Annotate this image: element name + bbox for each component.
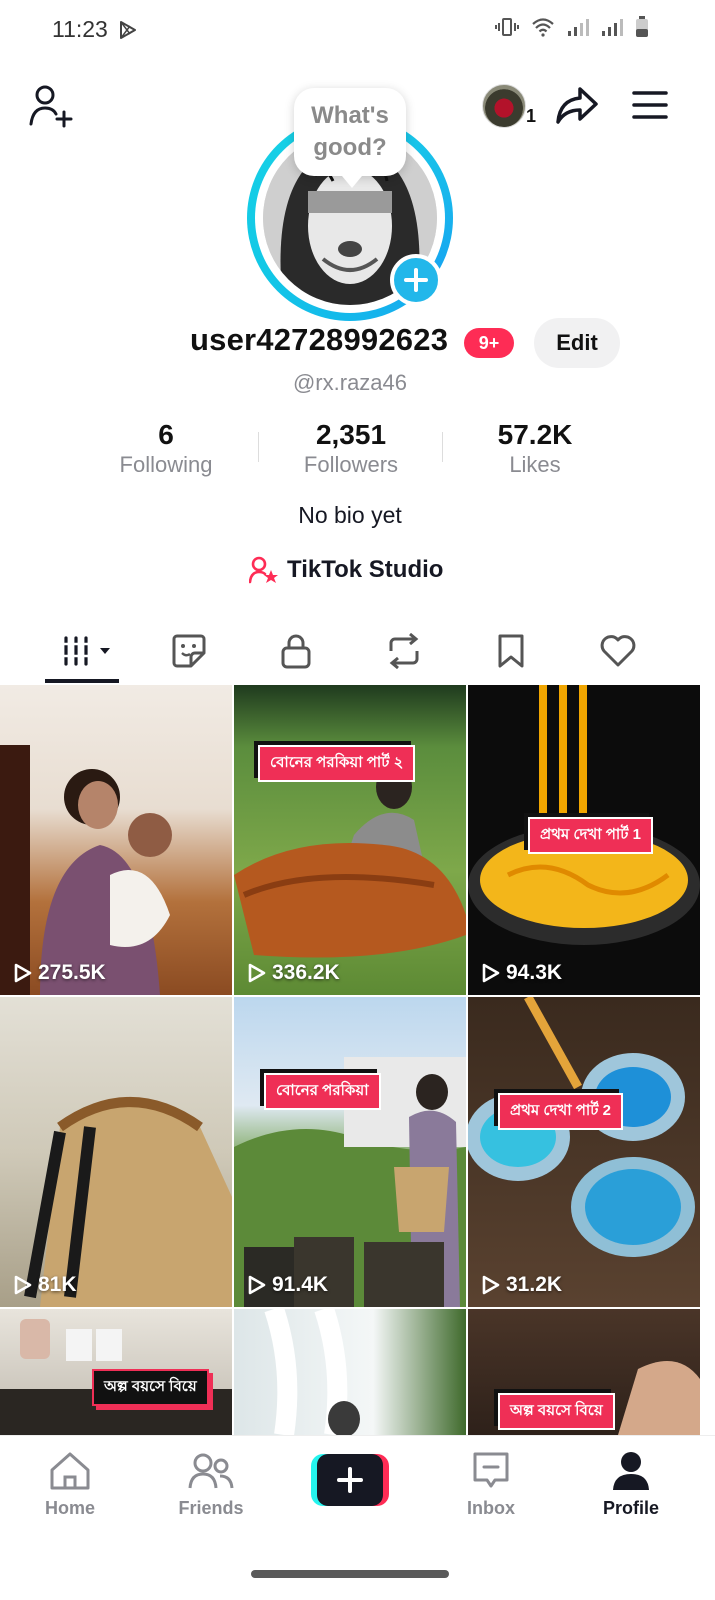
video-thumbnail <box>468 997 695 1257</box>
bookmark-icon <box>498 634 524 668</box>
video-caption: প্রথম দেখা পার্ট 1 <box>528 817 653 854</box>
play-icon <box>14 963 32 983</box>
video-thumbnail <box>234 1057 466 1307</box>
repost-icon <box>389 633 419 669</box>
nav-inbox[interactable]: Inbox <box>436 1446 546 1519</box>
nav-friends-label: Friends <box>178 1498 244 1518</box>
video-tile[interactable]: প্রথম দেখা পার্ট 2 31.2K <box>468 997 700 1307</box>
signal-icon <box>568 19 589 36</box>
lock-icon <box>281 634 311 669</box>
share-icon[interactable] <box>555 86 599 126</box>
status-icons <box>495 16 649 38</box>
view-count: 31.2K <box>482 1273 562 1297</box>
user-handle: @rx.raza46 <box>292 370 408 395</box>
play-store-icon <box>120 21 136 39</box>
nav-profile[interactable]: Profile <box>576 1446 686 1519</box>
battery-icon <box>636 16 648 37</box>
grid-icon <box>62 636 110 666</box>
add-friend-icon[interactable] <box>28 84 74 128</box>
nav-profile-label: Profile <box>602 1498 659 1518</box>
following-label: Following <box>119 452 213 477</box>
edit-profile-button[interactable]: Edit <box>534 318 620 368</box>
stat-followers[interactable]: 2,351 Followers <box>259 418 443 478</box>
tab-videos[interactable] <box>58 626 118 676</box>
heart-icon <box>600 635 636 667</box>
video-caption: অল্প বয়সে বিয়ে <box>92 1369 209 1406</box>
video-tile[interactable]: প্রথম দেখা পার্ট 1 94.3K <box>468 685 700 995</box>
status-bubble[interactable]: What's good? <box>294 88 406 188</box>
story-count: 1 <box>526 106 537 126</box>
plus-icon <box>337 1467 363 1493</box>
tab-private[interactable] <box>266 626 326 676</box>
video-caption: অল্প বয়সে বিয়ে <box>498 1393 615 1430</box>
play-icon <box>248 963 266 983</box>
video-caption: বোনের পরকিয়া <box>264 1073 381 1110</box>
tab-favorites[interactable] <box>481 626 541 676</box>
video-thumbnail <box>0 745 172 995</box>
stat-following[interactable]: 6 Following <box>74 418 258 478</box>
tab-stickers[interactable] <box>159 626 219 676</box>
studio-label: TikTok Studio <box>287 556 444 583</box>
play-icon <box>482 1275 500 1295</box>
studio-icon <box>249 556 278 584</box>
video-thumbnail <box>264 1309 360 1435</box>
view-count: 336.2K <box>248 961 340 985</box>
view-count: 275.5K <box>14 961 106 985</box>
tiktok-studio-link[interactable]: TikTok Studio <box>249 556 443 584</box>
sticker-icon <box>172 634 206 668</box>
tab-liked[interactable] <box>588 626 648 676</box>
video-tile[interactable]: 275.5K <box>0 685 232 995</box>
username: user42728992623 <box>190 322 449 357</box>
followers-count: 2,351 <box>315 419 387 450</box>
likes-count: 57.2K <box>497 419 573 450</box>
nav-home[interactable]: Home <box>15 1446 125 1519</box>
video-caption: বোনের পরকিয়া পার্ট ২ <box>258 745 416 782</box>
create-button[interactable] <box>311 1454 389 1506</box>
video-thumbnail <box>234 765 466 958</box>
active-tab-indicator <box>45 679 119 683</box>
play-icon <box>14 1275 32 1295</box>
video-tile[interactable]: 81K <box>0 997 232 1307</box>
video-tile[interactable]: বোনের পরকিয়া পার্ট ২ 336.2K <box>234 685 466 995</box>
video-tile[interactable]: অল্প বয়সে বিয়ে <box>0 1309 232 1435</box>
profile-tabs <box>0 620 715 684</box>
video-tile[interactable]: বোনের পরকিয়া 91.4K <box>234 997 466 1307</box>
tab-reposts[interactable] <box>374 626 434 676</box>
view-count: 81K <box>14 1273 77 1297</box>
stat-likes[interactable]: 57.2K Likes <box>443 418 627 478</box>
inbox-icon <box>473 1452 509 1488</box>
wifi-icon <box>532 18 554 37</box>
likes-label: Likes <box>509 452 561 477</box>
menu-icon[interactable] <box>632 90 668 120</box>
video-thumbnail <box>24 1097 232 1307</box>
nav-home-label: Home <box>44 1498 95 1518</box>
profile-icon <box>613 1452 649 1490</box>
status-bar: 11:23 <box>0 0 715 60</box>
nav-inbox-label: Inbox <box>467 1498 515 1518</box>
add-story-button[interactable] <box>390 254 442 306</box>
followers-label: Followers <box>303 452 399 477</box>
plus-icon <box>404 268 428 292</box>
story-avatar[interactable] <box>482 84 526 128</box>
profile-stats: 6 Following 2,351 Followers 57.2K Likes <box>0 418 700 482</box>
play-icon <box>248 1275 266 1295</box>
friends-icon <box>188 1453 234 1489</box>
video-tile[interactable] <box>234 1309 466 1435</box>
home-icon <box>50 1452 90 1490</box>
notification-badge[interactable]: 9+ <box>464 328 514 358</box>
view-count: 91.4K <box>248 1273 328 1297</box>
view-count: 94.3K <box>482 961 562 985</box>
video-tile[interactable]: অল্প বয়সে বিয়ে <box>468 1309 700 1435</box>
video-caption: প্রথম দেখা পার্ট 2 <box>498 1093 623 1130</box>
signal-icon-2 <box>602 19 623 36</box>
bio-text[interactable]: No bio yet <box>0 502 700 529</box>
nav-friends[interactable]: Friends <box>156 1446 266 1519</box>
following-count: 6 <box>158 419 174 450</box>
status-time: 11:23 <box>52 16 108 42</box>
vibrate-icon <box>495 18 519 36</box>
play-icon <box>482 963 500 983</box>
home-indicator[interactable] <box>251 1570 449 1578</box>
